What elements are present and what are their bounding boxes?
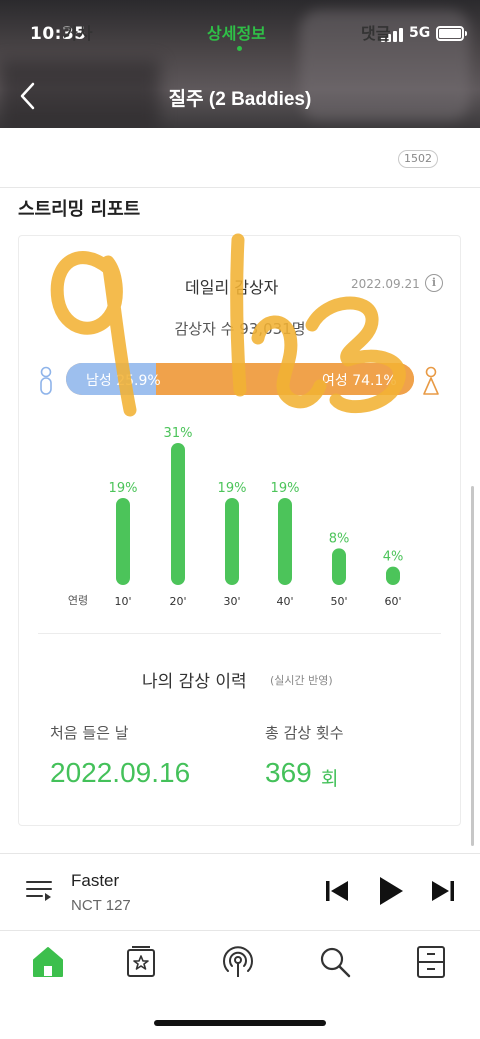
male-share-label: 남성 25.9%	[86, 373, 161, 389]
home-icon[interactable]	[31, 945, 65, 979]
daily-listeners-title: 데일리 감상자	[185, 278, 279, 297]
age-bar	[386, 566, 400, 585]
previous-icon[interactable]	[325, 880, 349, 902]
network-type: 5G	[409, 25, 431, 41]
first-listen-label: 처음 들은 날	[50, 724, 129, 742]
age-bar-value: 8%	[329, 531, 350, 546]
age-category-label: 30'	[223, 595, 240, 608]
age-category-label: 10'	[114, 595, 131, 608]
history-title: 나의 감상 이력	[142, 672, 247, 692]
age-bar-value: 19%	[218, 481, 247, 496]
history-subtitle: (실시간 반영)	[270, 674, 333, 687]
age-bar	[225, 497, 239, 585]
section-title: 스트리밍 리포트	[18, 199, 141, 220]
total-plays-unit: 회	[321, 768, 339, 790]
comment-count-badge: 1502	[398, 150, 438, 168]
age-bar	[171, 443, 185, 585]
song-title[interactable]: Faster	[71, 871, 119, 891]
report-date: 2022.09.21	[351, 277, 420, 291]
age-distribution-chart: 연령 19% 10' 31% 20' 19% 30' 19% 40' 8% 50' 4% 60'	[68, 426, 404, 608]
divider	[38, 633, 441, 634]
age-bar	[332, 548, 346, 585]
home-indicator	[154, 1020, 326, 1026]
tab-lyrics[interactable]: 가사	[63, 20, 92, 44]
age-bar-value: 19%	[109, 481, 138, 496]
age-category-label: 50'	[330, 595, 347, 608]
song-artist[interactable]: NCT 127	[71, 897, 131, 914]
age-bar-value: 4%	[383, 550, 404, 565]
storage-icon[interactable]	[414, 945, 448, 979]
male-icon	[40, 366, 52, 395]
total-plays-label: 총 감상 횟수	[265, 724, 344, 742]
info-icon[interactable]: i	[425, 274, 443, 292]
age-category-label: 40'	[276, 595, 293, 608]
total-plays-value: 369	[265, 757, 312, 788]
active-tab-indicator	[237, 46, 242, 51]
listener-count: 감상자 수 93,031명	[174, 320, 306, 338]
tab-comments[interactable]: 댓글	[361, 20, 390, 44]
search-icon[interactable]	[318, 945, 352, 979]
next-icon[interactable]	[431, 880, 455, 902]
age-category-label: 20'	[169, 595, 186, 608]
podcast-icon[interactable]	[221, 945, 255, 979]
mini-player[interactable]	[0, 853, 480, 931]
female-share-label: 여성 74.1%	[322, 373, 397, 389]
page-title: 질주 (2 Baddies)	[168, 89, 312, 110]
age-axis-label: 연령	[68, 594, 88, 607]
age-bar-value: 31%	[164, 426, 193, 441]
playlist-icon[interactable]	[26, 880, 52, 902]
age-bar-value: 19%	[271, 481, 300, 496]
first-listen-date: 2022.09.16	[50, 757, 191, 788]
female-icon	[423, 366, 439, 395]
age-bar	[278, 497, 292, 585]
tab-details[interactable]: 상세정보	[207, 20, 266, 44]
age-category-label: 60'	[384, 595, 401, 608]
age-bar	[116, 497, 130, 585]
play-icon[interactable]	[378, 876, 404, 906]
battery-icon	[436, 26, 467, 41]
playlist-star-icon[interactable]	[124, 945, 158, 979]
